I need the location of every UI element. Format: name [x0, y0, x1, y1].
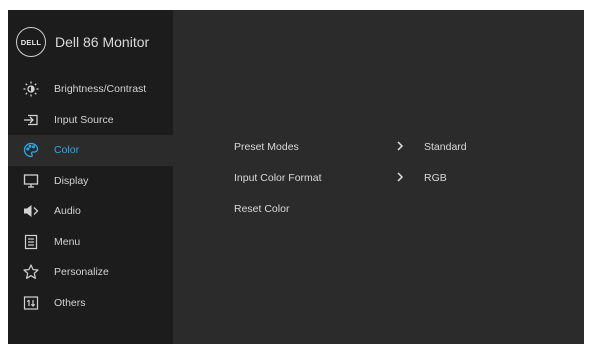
- sidebar-item-label: Others: [54, 296, 86, 309]
- sidebar-item-personalize[interactable]: Personalize: [8, 257, 173, 288]
- sidebar-item-label: Menu: [54, 235, 81, 248]
- sidebar-item-display[interactable]: Display: [8, 166, 173, 197]
- input-source-icon: [23, 112, 39, 128]
- preset-modes-value: Standard: [424, 141, 467, 153]
- preset-modes-label: Preset Modes: [234, 141, 299, 153]
- reset-color-label: Reset Color: [234, 203, 290, 215]
- osd-header: DELL Dell 86 Monitor: [16, 20, 149, 64]
- sidebar-item-label: Audio: [54, 205, 81, 218]
- sidebar-item-audio[interactable]: Audio: [8, 196, 173, 227]
- brightness-icon: [23, 81, 39, 97]
- input-color-format-label: Input Color Format: [234, 172, 322, 184]
- osd-window: DELL Dell 86 Monitor Brightness/Contrast…: [8, 10, 584, 344]
- sidebar-item-menu[interactable]: Menu: [8, 227, 173, 258]
- monitor-title: Dell 86 Monitor: [55, 34, 150, 50]
- sidebar-item-others[interactable]: Others: [8, 288, 173, 319]
- color-palette-icon: [23, 142, 39, 158]
- color-submenu-panel: Preset Modes Standard Input Color Format…: [173, 10, 584, 344]
- sidebar-item-label: Personalize: [54, 266, 109, 279]
- menu-list-icon: [23, 234, 39, 250]
- star-icon: [23, 264, 39, 280]
- sidebar-menu: Brightness/Contrast Input Source Color D…: [8, 74, 173, 318]
- sidebar-item-color[interactable]: Color: [8, 135, 173, 166]
- input-color-format-row[interactable]: Input Color Format RGB: [234, 168, 447, 188]
- reset-color-row[interactable]: Reset Color: [234, 199, 396, 219]
- chevron-right-icon: [396, 140, 424, 154]
- sidebar: DELL Dell 86 Monitor Brightness/Contrast…: [8, 10, 173, 344]
- sidebar-item-input-source[interactable]: Input Source: [8, 105, 173, 136]
- speaker-icon: [23, 203, 39, 219]
- sidebar-item-label: Input Source: [54, 113, 114, 126]
- dell-logo: DELL: [16, 27, 46, 57]
- others-icon: [23, 295, 39, 311]
- chevron-right-icon: [396, 171, 424, 185]
- sidebar-item-label: Color: [54, 144, 80, 157]
- sidebar-item-label: Display: [54, 174, 89, 187]
- preset-modes-row[interactable]: Preset Modes Standard: [234, 137, 467, 157]
- display-icon: [23, 173, 39, 189]
- input-color-format-value: RGB: [424, 172, 447, 184]
- sidebar-item-label: Brightness/Contrast: [54, 83, 147, 96]
- sidebar-item-brightness-contrast[interactable]: Brightness/Contrast: [8, 74, 173, 105]
- dell-logo-text: DELL: [20, 37, 42, 47]
